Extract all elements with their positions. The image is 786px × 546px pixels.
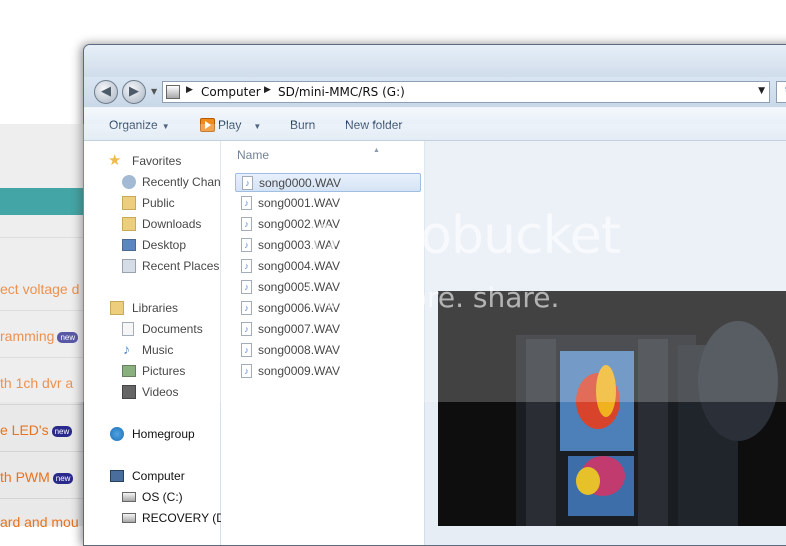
dropdown-arrow-icon: ▼ — [253, 122, 262, 131]
divider — [0, 451, 90, 452]
background-teal-bar — [0, 188, 90, 215]
file-row[interactable]: ♪ song0008.WAV — [235, 341, 421, 360]
file-row[interactable]: ♪ song0000.WAV — [235, 173, 421, 192]
burn-button[interactable]: Burn — [290, 118, 315, 132]
audio-file-icon: ♪ — [242, 176, 253, 190]
file-name: song0008.WAV — [258, 343, 341, 357]
forward-button[interactable]: ▶ — [122, 80, 146, 104]
desktop-icon — [122, 239, 136, 251]
audio-file-icon: ♪ — [241, 322, 252, 336]
star-icon: ★ — [108, 152, 122, 169]
file-name: song0009.WAV — [258, 364, 341, 378]
background-link[interactable]: e LED's new — [0, 422, 73, 438]
organize-button[interactable]: Organize ▼ — [109, 118, 170, 132]
hard-drive-icon — [122, 492, 136, 502]
background-sidebar — [0, 124, 90, 526]
videos-icon — [122, 385, 136, 399]
title-bar[interactable] — [84, 45, 786, 77]
breadcrumb-computer[interactable]: Computer — [201, 85, 261, 99]
file-row[interactable]: ♪ song0007.WAV — [235, 320, 421, 339]
breadcrumb-drive[interactable]: SD/mini-MMC/RS (G:) — [278, 85, 405, 99]
film-reel-balloons-graphic — [438, 291, 786, 526]
new-folder-button[interactable]: New folder — [345, 118, 402, 132]
homegroup-icon — [110, 427, 124, 441]
sort-ascending-icon: ▲ — [373, 147, 380, 154]
audio-file-icon: ♪ — [241, 259, 252, 273]
divider — [0, 404, 90, 405]
watermark-title: photobucket — [306, 206, 621, 266]
background-link[interactable]: th PWM new — [0, 469, 74, 485]
recent-changes-icon — [122, 175, 136, 189]
audio-file-icon: ♪ — [241, 343, 252, 357]
file-list-pane: Name ▲ ♪ song0000.WAV ♪ song0001.WAV ♪ song00… — [221, 141, 425, 545]
audio-file-icon: ♪ — [241, 238, 252, 252]
computer-icon — [110, 470, 124, 482]
navigation-bar: ◀ ▶ ▼ ▶ Computer ▶ SD/mini-MMC/RS (G:) ▼… — [84, 77, 786, 107]
recent-pages-dropdown-icon[interactable]: ▼ — [151, 87, 157, 96]
command-toolbar: Organize ▼ Play ▼ Burn New folder — [84, 107, 786, 141]
background-link[interactable]: th 1ch dvr a — [0, 375, 73, 391]
background-link[interactable]: ard and mou — [0, 514, 79, 530]
hard-drive-icon — [122, 513, 136, 523]
drive-icon — [166, 85, 180, 99]
audio-file-icon: ♪ — [241, 301, 252, 315]
divider — [0, 237, 90, 238]
libraries-icon — [110, 301, 124, 315]
navigation-pane: ★ Favorites Recently Chan Public Downloa… — [84, 141, 228, 545]
audio-file-icon: ♪ — [241, 217, 252, 231]
forward-arrow-icon: ▶ — [129, 84, 139, 99]
play-button[interactable]: Play ▼ — [200, 118, 261, 132]
dropdown-arrow-icon: ▼ — [161, 122, 170, 131]
back-button[interactable]: ◀ — [94, 80, 118, 104]
divider — [0, 357, 90, 358]
divider — [0, 310, 90, 311]
play-icon — [200, 118, 215, 132]
back-arrow-icon: ◀ — [101, 84, 111, 99]
media-preview-image — [438, 291, 786, 526]
divider — [0, 498, 90, 499]
name-column-header[interactable]: Name ▲ — [237, 147, 380, 162]
background-link[interactable]: ramming new — [0, 328, 79, 344]
address-dropdown-icon[interactable]: ▼ — [758, 86, 765, 96]
new-badge: new — [57, 331, 79, 343]
background-link[interactable]: ect voltage d — [0, 281, 79, 297]
documents-icon — [122, 322, 134, 336]
folder-icon — [122, 196, 136, 210]
pictures-icon — [122, 365, 136, 377]
audio-file-icon: ♪ — [241, 280, 252, 294]
file-name: song0007.WAV — [258, 322, 341, 336]
recent-places-icon — [122, 259, 136, 273]
downloads-folder-icon — [122, 217, 136, 231]
file-row[interactable]: ♪ song0009.WAV — [235, 362, 421, 381]
watermark-tagline: host. store. share. — [306, 281, 560, 314]
refresh-button[interactable]: ↻ — [776, 81, 786, 103]
breadcrumb-chevron-icon[interactable]: ▶ — [264, 85, 271, 95]
audio-file-icon: ♪ — [241, 196, 252, 210]
new-badge: new — [52, 472, 74, 484]
music-note-icon: ♪ — [123, 341, 130, 357]
new-badge: new — [51, 425, 73, 437]
file-name: song0000.WAV — [259, 176, 342, 190]
address-bar[interactable]: ▶ Computer ▶ SD/mini-MMC/RS (G:) ▼ — [162, 81, 770, 103]
audio-file-icon: ♪ — [241, 364, 252, 378]
breadcrumb-chevron-icon[interactable]: ▶ — [186, 85, 193, 95]
